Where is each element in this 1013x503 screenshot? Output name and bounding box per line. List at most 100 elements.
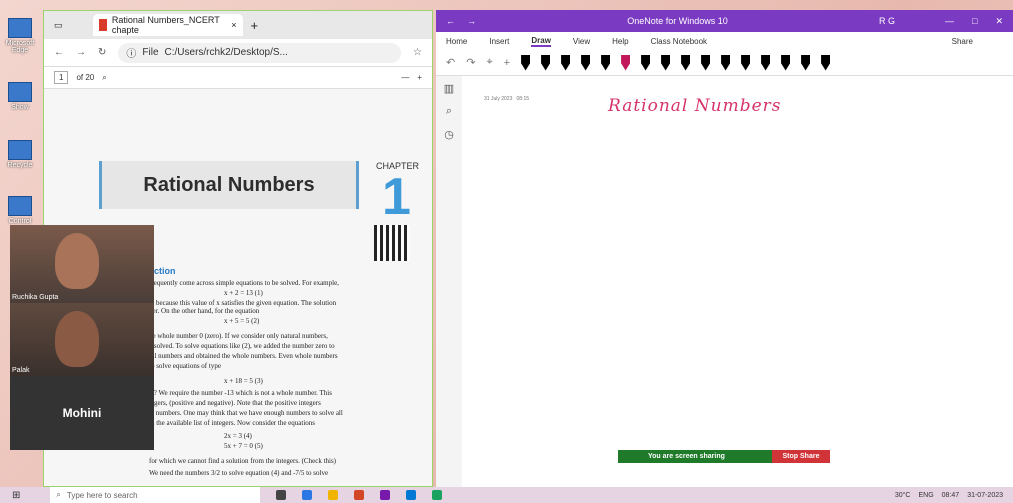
pen-tool[interactable] xyxy=(781,54,791,71)
info-icon: ⓘ xyxy=(126,49,137,60)
desktop-icon-show[interactable]: Show xyxy=(0,82,40,111)
tab-view[interactable]: View xyxy=(573,37,590,46)
redo-icon[interactable]: ↷ xyxy=(466,56,475,69)
close-tab-icon[interactable]: × xyxy=(231,20,236,30)
page-total: of 20 xyxy=(76,73,95,82)
share-button[interactable]: Share xyxy=(952,37,973,46)
desktop-icon-label: Recycle xyxy=(7,162,33,169)
participant-name: Palak xyxy=(12,367,30,374)
tab-help[interactable]: Help xyxy=(612,37,628,46)
video-tile-ruchika[interactable]: Ruchika Gupta xyxy=(10,225,154,303)
video-tile-mohini[interactable]: Mohini xyxy=(10,376,154,450)
pen-tool[interactable] xyxy=(521,54,531,71)
pdf-icon xyxy=(98,19,107,31)
ribbon-tabs: Home Insert Draw View Help Class Noteboo… xyxy=(436,32,1013,50)
forward-icon[interactable]: → xyxy=(76,47,86,58)
notebooks-icon[interactable]: ▥ xyxy=(436,82,462,95)
pdf-text-line: 5x + 7 = 0 (5) xyxy=(224,442,263,450)
pdf-tab[interactable]: Rational Numbers_NCERT chapte × xyxy=(92,14,243,36)
clock-time[interactable]: 08:47 xyxy=(942,492,960,499)
desktop-icon-label: Show xyxy=(11,104,29,111)
video-tile-palak[interactable]: Palak xyxy=(10,303,154,376)
new-tab-icon[interactable]: + xyxy=(251,18,259,33)
note-canvas[interactable]: 31 July 2023 08:15 Rational Numbers xyxy=(462,76,1013,487)
onenote-titlebar: ← → OneNote for Windows 10 R G — □ ✕ xyxy=(436,10,1013,32)
pen-tool[interactable] xyxy=(681,54,691,71)
pen-tool[interactable] xyxy=(801,54,811,71)
onenote-icon[interactable] xyxy=(380,490,391,500)
pen-tool[interactable] xyxy=(561,54,571,71)
recent-icon[interactable]: ◷ xyxy=(436,128,462,141)
taskbar-search[interactable]: ⌕ Type here to search xyxy=(50,487,261,503)
explorer-icon[interactable] xyxy=(328,490,339,500)
pdf-text-line: frequently come across simple equations … xyxy=(149,279,339,287)
back-icon[interactable]: ← xyxy=(446,16,455,26)
desktop-icon-edge[interactable]: Microsoft Edge xyxy=(0,18,40,54)
add-space-icon[interactable]: + xyxy=(504,57,510,69)
pen-tool[interactable] xyxy=(641,54,651,71)
desktop-icon-control[interactable]: Control xyxy=(0,196,40,225)
close-icon[interactable]: ✕ xyxy=(995,16,1003,27)
tab-class-notebook[interactable]: Class Notebook xyxy=(651,37,707,46)
pen-tool[interactable] xyxy=(721,54,731,71)
tab-draw[interactable]: Draw xyxy=(531,36,551,47)
chrome-icon[interactable] xyxy=(432,490,443,500)
taskview-icon[interactable] xyxy=(276,490,287,500)
participant-video xyxy=(55,311,99,367)
pdf-text-line: al numbers. One may think that we have e… xyxy=(149,409,343,417)
pdf-text-line: x + 2 = 13 (1) xyxy=(224,289,263,297)
zoom-out-icon[interactable]: — xyxy=(401,73,409,82)
undo-icon[interactable]: ↶ xyxy=(446,56,455,69)
pdf-text-line: tegers, (positive and negative). Note th… xyxy=(149,399,321,407)
lasso-icon[interactable]: ⌖ xyxy=(486,56,492,69)
mail-icon[interactable] xyxy=(302,490,313,500)
stop-share-button[interactable]: Stop Share xyxy=(772,450,830,463)
clock-date[interactable]: 31-07-2023 xyxy=(967,492,1003,499)
ink-heading: Rational Numbers xyxy=(608,96,782,116)
forward-icon[interactable]: → xyxy=(467,16,476,26)
weather-temp[interactable]: 30°C xyxy=(895,492,911,499)
window-menu-icon[interactable]: ▭ xyxy=(54,20,63,31)
tab-title: Rational Numbers_NCERT chapte xyxy=(111,15,220,35)
maximize-icon[interactable]: □ xyxy=(972,16,977,26)
tab-insert[interactable]: Insert xyxy=(489,37,509,46)
pen-tool[interactable] xyxy=(621,54,631,71)
search-icon[interactable]: ⌕ xyxy=(436,105,462,118)
search-icon[interactable]: ⌕ xyxy=(102,73,106,83)
favorite-icon[interactable]: ☆ xyxy=(413,47,422,58)
pdf-text-line: for which we cannot find a solution from… xyxy=(149,457,337,465)
pen-tool[interactable] xyxy=(661,54,671,71)
pen-tool[interactable] xyxy=(821,54,831,71)
pen-tool[interactable] xyxy=(701,54,711,71)
participant-name: Mohini xyxy=(62,406,102,420)
minimize-icon[interactable]: — xyxy=(945,16,954,26)
search-placeholder: Type here to search xyxy=(66,490,138,500)
zoom-in-icon[interactable]: + xyxy=(417,73,422,82)
edge-icon[interactable] xyxy=(406,490,417,500)
page-number-input[interactable]: 1 xyxy=(54,71,69,84)
back-icon[interactable]: ← xyxy=(54,47,64,58)
desktop-icon-label: Control xyxy=(8,218,32,225)
participant-video xyxy=(55,233,99,289)
pdf-text-line: e solved. To solve equations like (2), w… xyxy=(149,342,335,350)
pen-tool[interactable] xyxy=(581,54,591,71)
search-icon: ⌕ xyxy=(56,490,61,499)
date-text: 31 July 2023 xyxy=(484,96,513,102)
address-bar[interactable]: ⓘ File C:/Users/rchk2/Desktop/S... xyxy=(118,42,402,63)
url-text: C:/Users/rchk2/Desktop/S... xyxy=(164,47,288,58)
chapter-number: 1 xyxy=(382,168,411,226)
powerpoint-icon[interactable] xyxy=(354,490,365,500)
pdf-text-line: to solve equations of type xyxy=(149,362,221,370)
pen-tool[interactable] xyxy=(741,54,751,71)
pen-tool[interactable] xyxy=(761,54,771,71)
url-prefix: File xyxy=(142,47,159,58)
pen-tool[interactable] xyxy=(601,54,611,71)
pen-tool[interactable] xyxy=(541,54,551,71)
start-icon[interactable]: ⊞ xyxy=(12,490,20,501)
language-indicator[interactable]: ENG xyxy=(918,492,933,499)
onenote-window: ← → OneNote for Windows 10 R G — □ ✕ Hom… xyxy=(436,10,1013,487)
desktop-icon-recycle[interactable]: Recycle xyxy=(0,140,40,169)
user-initials[interactable]: R G xyxy=(879,16,895,26)
tab-home[interactable]: Home xyxy=(446,37,467,46)
refresh-icon[interactable]: ↻ xyxy=(98,47,106,58)
